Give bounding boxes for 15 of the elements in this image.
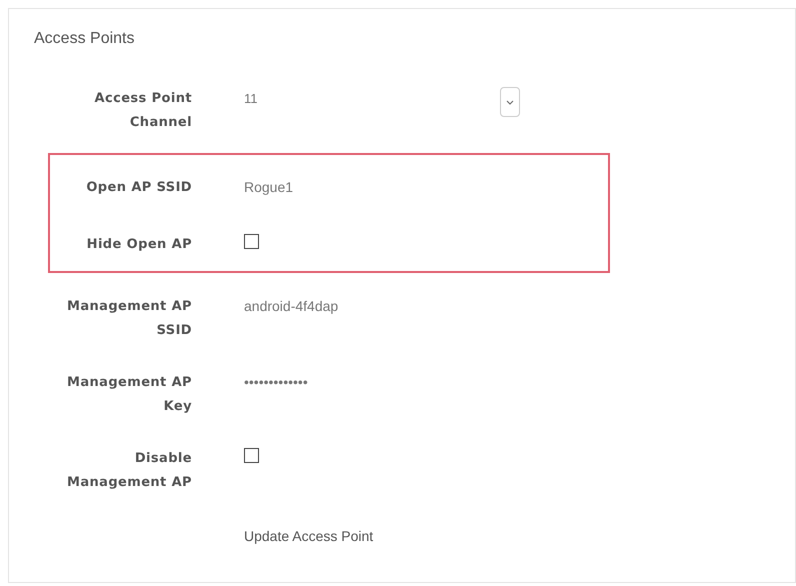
field-label: Access Point Channel xyxy=(94,90,192,132)
panel-title: Access Points xyxy=(34,29,136,49)
update-button[interactable]: Update Access Point xyxy=(244,526,374,547)
channel-value: 11 xyxy=(244,90,258,108)
chevron-down-icon xyxy=(506,100,514,104)
field-label: Management AP Key xyxy=(66,374,192,416)
checkbox[interactable] xyxy=(244,234,259,249)
field-label: Open AP SSID xyxy=(85,179,192,197)
text-field[interactable]: Rogue1 xyxy=(244,176,294,198)
password-field[interactable]: ••••••••••••• xyxy=(244,371,308,393)
field-label: Disable Management AP xyxy=(66,450,192,492)
field-label: Management AP SSID xyxy=(66,298,192,340)
field-label: Hide Open AP xyxy=(86,236,192,254)
checkbox[interactable] xyxy=(244,448,259,463)
text-field[interactable]: android-4f4dap xyxy=(244,295,338,317)
